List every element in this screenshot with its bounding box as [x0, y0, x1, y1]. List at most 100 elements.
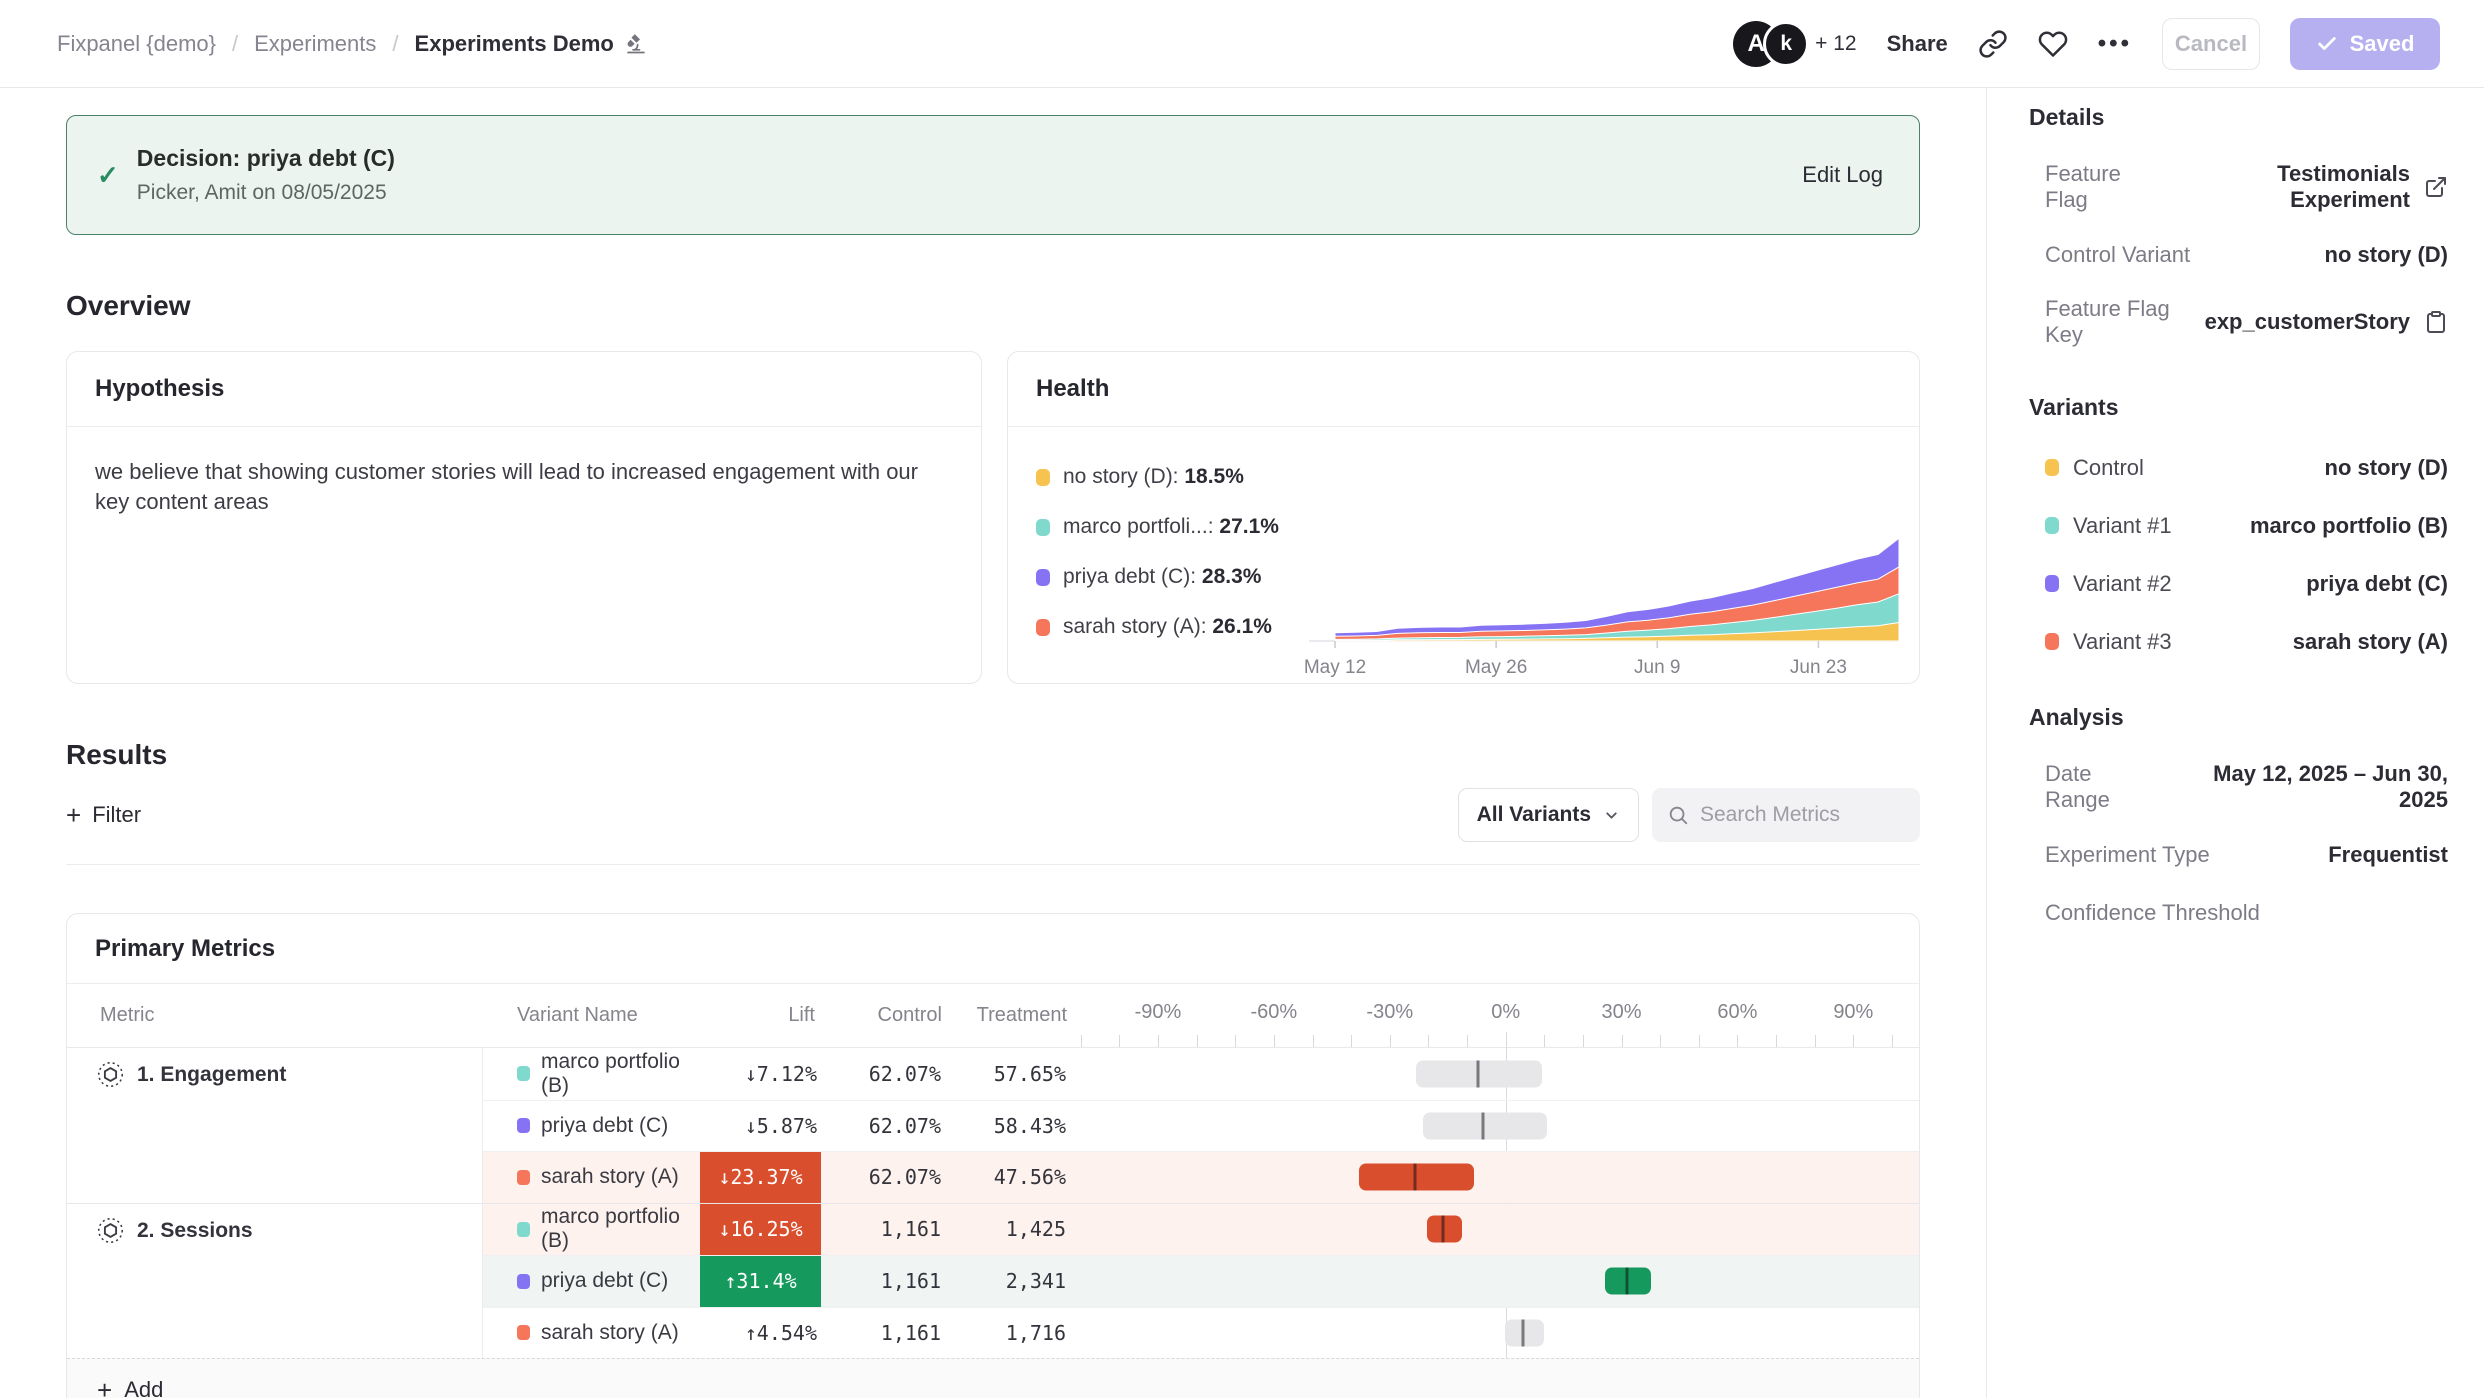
sidebar-row-label: Experiment Type: [2045, 842, 2210, 868]
axis-tick: [1081, 1035, 1082, 1047]
axis-label: 60%: [1717, 1001, 1757, 1024]
sidebar-row-label: Date Range: [2045, 761, 2161, 813]
saved-button[interactable]: Saved: [2290, 18, 2440, 70]
decision-banner: ✓ Decision: priya debt (C) Picker, Amit …: [66, 115, 1920, 235]
treatment-value: 2,341: [948, 1269, 1073, 1293]
breadcrumb-project[interactable]: Fixpanel {demo}: [57, 31, 216, 57]
axis-label: 90%: [1833, 1001, 1873, 1024]
variant-color-dot: [517, 1170, 530, 1185]
sidebar-row-label: Variant #1: [2045, 513, 2172, 539]
metric-variant-row[interactable]: sarah story (A) ↑4.54% 1,161 1,716: [483, 1307, 1919, 1359]
variants-title: Variants: [2029, 394, 2448, 421]
sidebar-row-value: Testimonials Experiment: [2164, 161, 2410, 213]
axis-label: -90%: [1135, 1001, 1182, 1024]
metric-variant-row[interactable]: sarah story (A) ↓23.37% 62.07% 47.56%: [483, 1151, 1919, 1203]
primary-metrics-title: Primary Metrics: [67, 914, 1919, 984]
breadcrumb-separator: /: [392, 31, 398, 57]
sidebar-row: Control no story (D): [2045, 451, 2448, 484]
cancel-button[interactable]: Cancel: [2162, 18, 2260, 70]
metric-variant-row[interactable]: priya debt (C) ↓5.87% 62.07% 58.43%: [483, 1100, 1919, 1152]
treatment-value: 1,425: [948, 1217, 1073, 1241]
col-metric: Metric: [67, 984, 483, 1047]
topbar: Fixpanel {demo} / Experiments / Experime…: [0, 0, 2484, 88]
sidebar-row-value: priya debt (C): [2306, 571, 2448, 597]
control-value: 1,161: [821, 1321, 948, 1345]
sidebar-row-value: no story (D): [2325, 455, 2448, 481]
variant-color-dot: [517, 1066, 530, 1081]
variant-name: priya debt (C): [541, 1114, 668, 1138]
variants-section: Variants Control no story (D) Variant #1…: [2029, 394, 2448, 658]
variant-swatch: [2045, 633, 2059, 650]
control-value: 1,161: [821, 1269, 948, 1293]
svg-text:Jun 9: Jun 9: [1634, 657, 1680, 678]
analysis-title: Analysis: [2029, 704, 2448, 731]
lift-value: ↓16.25%: [718, 1217, 802, 1241]
plus-icon: +: [97, 1377, 112, 1398]
sidebar-row: Control Variant no story (D): [2045, 238, 2448, 271]
sidebar-row-label: Feature Flag Key: [2045, 296, 2205, 348]
more-options-icon[interactable]: •••: [2098, 30, 2132, 58]
collaborator-avatars[interactable]: A k + 12: [1733, 21, 1856, 67]
legend-swatch: [1036, 619, 1050, 636]
metric-name: 2. Sessions: [137, 1219, 253, 1243]
legend-label: sarah story (A):: [1063, 615, 1212, 638]
share-button[interactable]: Share: [1887, 31, 1948, 57]
copy-link-icon[interactable]: [1978, 29, 2008, 59]
variant-name: marco portfolio (B): [541, 1205, 700, 1253]
variant-name: sarah story (A): [541, 1165, 679, 1189]
lift-marker: [1481, 1112, 1484, 1139]
axis-tick: [1158, 1035, 1159, 1047]
add-filter-button[interactable]: + Filter: [66, 802, 141, 828]
lift-value: ↓5.87%: [745, 1114, 817, 1138]
axis-tick: [1776, 1035, 1777, 1047]
lift-value: ↓23.37%: [718, 1165, 802, 1189]
decision-byline: Picker, Amit on 08/05/2025: [137, 181, 395, 205]
sidebar-row-value: no story (D): [2325, 242, 2448, 268]
favorite-heart-icon[interactable]: [2038, 29, 2068, 59]
sidebar-row: Feature Flag Testimonials Experiment: [2045, 161, 2448, 213]
axis-tick: [1351, 1035, 1352, 1047]
metric-group: 2. Sessions marco portfolio (B) ↓16.25% …: [67, 1203, 1919, 1359]
control-value: 62.07%: [821, 1062, 948, 1086]
axis-label: -60%: [1251, 1001, 1298, 1024]
right-sidebar: Details Feature Flag Testimonials Experi…: [1986, 88, 2484, 1398]
svg-text:Jun 23: Jun 23: [1790, 657, 1847, 678]
hypothesis-body: we believe that showing customer stories…: [67, 427, 965, 548]
search-metrics-box: [1652, 788, 1920, 842]
axis-tick: [1467, 1035, 1468, 1047]
breadcrumb-current: Experiments Demo: [415, 31, 648, 57]
analysis-section: Analysis Date Range May 12, 2025 – Jun 3…: [2029, 704, 2448, 929]
sidebar-row-value: May 12, 2025 – Jun 30, 2025: [2161, 761, 2448, 813]
avatar: k: [1763, 21, 1809, 67]
variants-dropdown[interactable]: All Variants: [1458, 788, 1639, 842]
treatment-value: 47.56%: [948, 1165, 1073, 1189]
lift-value: ↓7.12%: [745, 1062, 817, 1086]
overview-heading: Overview: [66, 289, 1920, 323]
variant-color-dot: [517, 1274, 530, 1289]
metric-variant-row[interactable]: marco portfolio (B) ↓7.12% 62.07% 57.65%: [483, 1048, 1919, 1100]
edit-log-button[interactable]: Edit Log: [1802, 162, 1883, 188]
lift-value: ↑4.54%: [745, 1321, 817, 1345]
sidebar-row-label: Variant #2: [2045, 571, 2172, 597]
hypothesis-card: Hypothesis we believe that showing custo…: [66, 351, 982, 684]
divider: [66, 864, 1920, 865]
metric-variant-row[interactable]: priya debt (C) ↑31.4% 1,161 2,341: [483, 1255, 1919, 1307]
search-metrics-input[interactable]: [1700, 803, 1905, 827]
axis-tick: [1622, 1035, 1623, 1047]
sidebar-row-value: exp_customerStory: [2205, 309, 2410, 335]
sidebar-row-label: Control: [2045, 455, 2144, 481]
breadcrumb-experiments[interactable]: Experiments: [254, 31, 376, 57]
add-metric-button[interactable]: + Add: [67, 1358, 1919, 1398]
external-link-icon[interactable]: [2424, 175, 2448, 199]
axis-tick: [1428, 1035, 1429, 1047]
confidence-interval-bar: [1423, 1112, 1547, 1139]
col-lift: Lift: [700, 984, 821, 1047]
legend-label: no story (D):: [1063, 465, 1184, 488]
details-title: Details: [2029, 104, 2448, 131]
lift-marker: [1477, 1060, 1480, 1087]
treatment-value: 58.43%: [948, 1114, 1073, 1138]
microscope-icon: [624, 32, 648, 56]
breadcrumb-separator: /: [232, 31, 238, 57]
clipboard-icon[interactable]: [2424, 310, 2448, 334]
metric-variant-row[interactable]: marco portfolio (B) ↓16.25% 1,161 1,425: [483, 1204, 1919, 1256]
